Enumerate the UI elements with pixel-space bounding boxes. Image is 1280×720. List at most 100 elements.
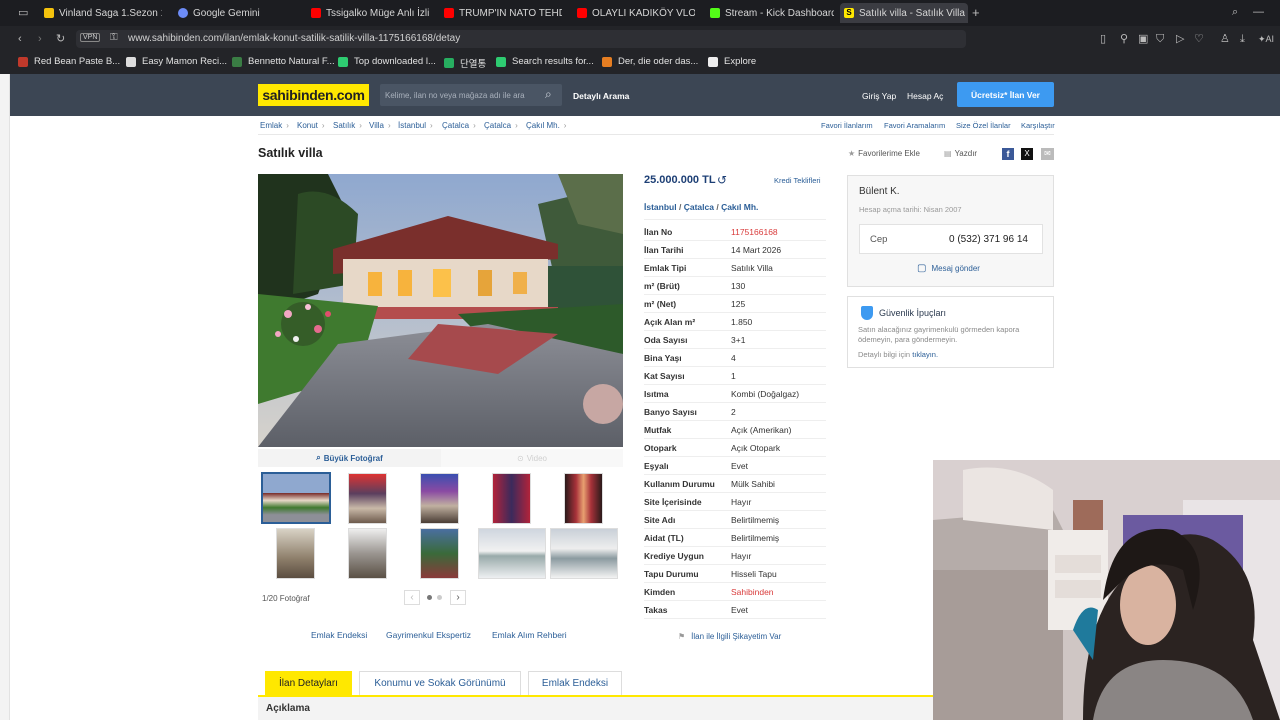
login-link[interactable]: Giriş Yap [862,91,896,101]
main-photo[interactable] [258,174,623,447]
favorite-searches-link[interactable]: Favori Aramalarım [884,121,945,130]
print-button[interactable]: ▤ Yazdır [944,149,977,158]
send-message-button[interactable]: ▢ Mesaj gönder [917,263,980,274]
credit-offers-link[interactable]: Kredi Teklifleri [774,176,821,185]
tab-real-estate-index[interactable]: Emlak Endeksi [528,671,622,695]
register-link[interactable]: Hesap Aç [907,91,943,101]
bookmark-item[interactable]: Explore [708,56,756,67]
gemini-icon [178,8,188,18]
special-ads-link[interactable]: Size Özel İlanlar [956,121,1011,130]
big-photo-label: Büyük Fotoğraf [323,453,383,463]
security-more-link[interactable]: tıklayın. [912,350,938,359]
report-link[interactable]: ⚑ İlan ile İlgili Şikayetim Var [678,632,781,641]
bookmark-item[interactable]: Red Bean Paste B... [18,56,120,67]
tab-youtube-3[interactable]: OLAYLI KADIKÖY VLOG H [577,3,695,23]
thumbnail[interactable] [348,473,387,524]
bookmark-item[interactable]: Search results for... [496,56,594,67]
thumbnail[interactable] [348,528,387,579]
seller-name[interactable]: Bülent K. [859,186,900,197]
tab-gemini[interactable]: Google Gemini [178,3,296,23]
mail-icon[interactable]: ✉ [1041,148,1054,160]
lock-icon[interactable]: ⚿ [110,32,118,43]
tab-sahibinden[interactable]: S Satılık villa - Satılık Villa İl [840,3,968,23]
breadcrumb-item[interactable]: Emlak › [260,121,289,130]
thumbnail[interactable] [550,528,618,579]
detail-value: 14 Mart 2026 [731,245,782,255]
page-dot[interactable] [437,595,442,600]
breadcrumb-item[interactable]: Konut › [297,121,325,130]
search-icon[interactable]: ⌕ [1232,6,1238,18]
breadcrumb-item[interactable]: Çatalca › [442,121,476,130]
bookmark-item[interactable]: Der, die oder das... [602,56,698,67]
bookmark-item[interactable]: 단열통 [444,56,486,70]
breadcrumb-item[interactable]: İstanbul › [398,121,433,130]
detail-value[interactable]: Sahibinden [731,587,774,597]
vpn-badge[interactable]: VPN [80,33,101,42]
search-input[interactable]: Kelime, ilan no veya mağaza adı ile ara [380,84,562,106]
url-bar[interactable]: VPN ⚿ www.sahibinden.com/ilan/emlak-konu… [76,30,966,48]
real-estate-index-link[interactable]: Emlak Endeksi [311,630,367,640]
add-favorites-button[interactable]: ★ Favorilerime Ekle [848,149,920,158]
appraisal-link[interactable]: Gayrimenkul Ekspertiz [386,630,471,640]
buying-guide-link[interactable]: Emlak Alım Rehberi [492,630,567,640]
play-icon[interactable]: ▷ [1176,33,1184,45]
big-photo-button[interactable]: ⌕ Büyük Fotoğraf [258,449,441,467]
compare-link[interactable]: Karşılaştır [1021,121,1055,130]
phone-box[interactable]: Cep 0 (532) 371 96 14 [859,224,1043,254]
camera-icon[interactable]: ▣ [1138,33,1148,45]
x-twitter-icon[interactable]: X [1021,148,1033,160]
forward-icon[interactable]: › [38,33,42,45]
detail-value[interactable]: 1175166168 [731,227,778,237]
post-ad-button[interactable]: Ücretsiz* İlan Ver [957,82,1054,107]
detail-value: Belirtilmemiş [731,533,780,543]
tab-youtube-1[interactable]: Tssigalko Müge Anlı İzliyo [311,3,429,23]
thumbnail[interactable] [261,472,331,524]
breadcrumb-item[interactable]: Villa › [369,121,391,130]
bookmark-item[interactable]: Bennetto Natural F... [232,56,335,67]
reader-icon[interactable]: ▯ [1100,33,1106,45]
tab-kick[interactable]: Stream - Kick Dashboard [710,3,834,23]
location-district[interactable]: Çatalca [684,202,714,212]
download-icon[interactable]: ⤓ [1240,33,1245,45]
favorite-ads-link[interactable]: Favori İlanlarım [821,121,873,130]
back-icon[interactable]: ‹ [18,33,22,45]
page-dot-active[interactable] [427,595,432,600]
tab-youtube-2[interactable]: TRUMP'IN NATO TEHDİD [444,3,562,23]
thumbnail[interactable] [420,528,459,579]
search-icon[interactable]: ⌕ [545,87,552,102]
next-photos-button[interactable]: › [450,590,466,605]
breadcrumb-item[interactable]: Çakıl Mh. › [526,121,566,130]
reload-icon[interactable]: ↻ [56,33,65,45]
detailed-search-link[interactable]: Detaylı Arama [573,91,629,101]
price-history-icon[interactable]: ↺ [717,173,727,187]
thumbnail[interactable] [492,473,531,524]
sidebar-toggle-icon[interactable]: ▭ [18,7,28,19]
breadcrumb-item[interactable]: Satılık › [333,121,362,130]
detail-label: Takas [644,605,668,615]
facebook-icon[interactable]: f [1002,148,1014,160]
tab-listing-details[interactable]: İlan Detayları [265,671,352,695]
profile-icon[interactable]: ♙ [1220,33,1230,45]
thumbnail[interactable] [478,528,546,579]
minimize-icon[interactable]: — [1253,6,1264,18]
detail-label: Aidat (TL) [644,533,684,543]
bookmark-item[interactable]: Easy Mamon Reci... [126,56,227,67]
thumbnail[interactable] [420,473,459,524]
ai-icon[interactable]: ✦AI [1258,33,1274,45]
location-neighborhood[interactable]: Çakıl Mh. [721,202,758,212]
row-divider [644,348,826,349]
tab-location[interactable]: Konumu ve Sokak Görünümü [359,671,521,695]
thumbnail[interactable] [276,528,315,579]
video-button[interactable]: ⊙ Video [441,449,623,467]
thumbnail[interactable] [564,473,603,524]
prev-photos-button[interactable]: ‹ [404,590,420,605]
new-tab-icon[interactable]: + [972,6,980,19]
bookmark-item[interactable]: Top downloaded l... [338,56,436,67]
tab-vinland[interactable]: Vinland Saga 1.Sezon 1.Bö [44,3,162,23]
bookmark-icon[interactable]: ⚲ [1120,33,1128,45]
location-city[interactable]: İstanbul [644,202,677,212]
shield-icon[interactable]: ⛉ [1156,33,1164,45]
site-logo[interactable]: sahibinden.com [258,84,369,106]
breadcrumb-item[interactable]: Çatalca › [484,121,518,130]
heart-icon[interactable]: ♡ [1194,33,1204,45]
